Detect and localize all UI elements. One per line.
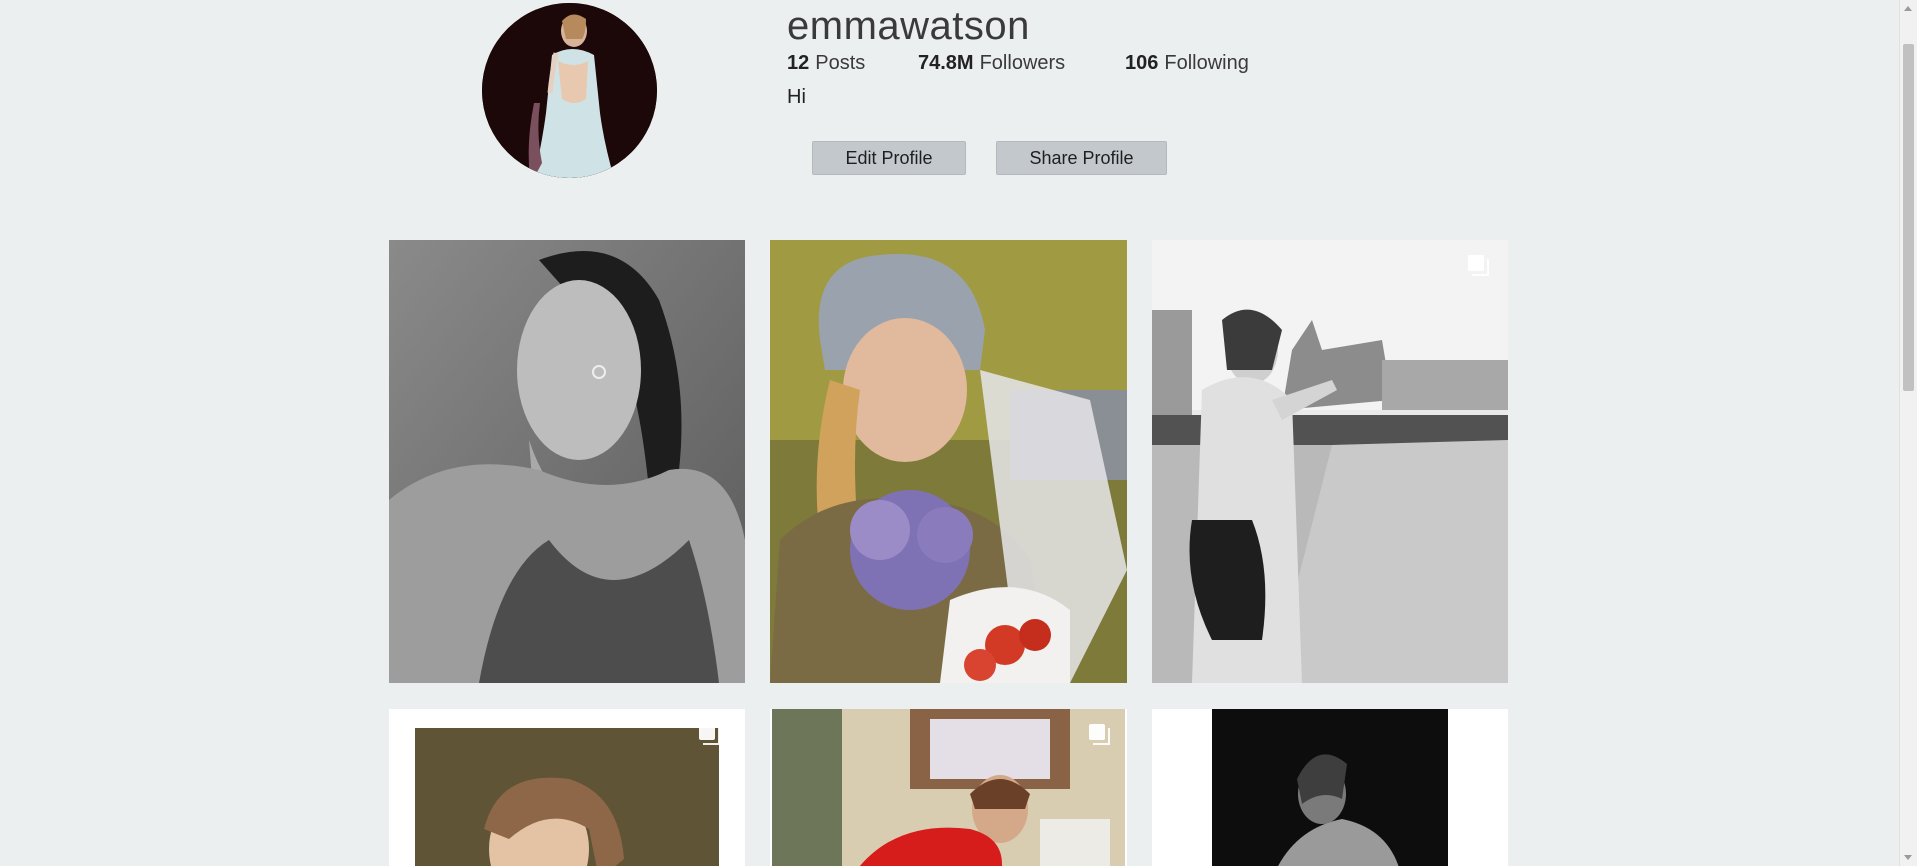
post-thumbnail[interactable] (1152, 709, 1508, 866)
followers-count: 74.8M (918, 52, 974, 74)
stat-posts[interactable]: 12 Posts (787, 50, 918, 76)
posts-count: 12 (787, 52, 810, 74)
scroll-up-icon[interactable] (1904, 6, 1912, 11)
copy-icon (1089, 724, 1110, 745)
post-image (770, 240, 1127, 683)
post-thumbnail[interactable] (389, 240, 745, 683)
following-label: Following (1164, 52, 1249, 74)
posts-label: Posts (815, 52, 866, 74)
post-thumbnail[interactable] (770, 240, 1127, 683)
post-image (770, 709, 1127, 866)
stat-following[interactable]: 106 Following (1125, 50, 1249, 76)
copy-icon (1468, 255, 1489, 276)
share-profile-button[interactable]: Share Profile (996, 141, 1167, 175)
following-count: 106 (1125, 52, 1159, 74)
post-thumbnail[interactable] (389, 709, 745, 866)
scroll-down-icon[interactable] (1904, 855, 1912, 860)
bio: Hi (787, 86, 806, 108)
avatar[interactable] (482, 3, 657, 178)
post-image (389, 240, 745, 683)
post-image (1152, 240, 1508, 683)
followers-label: Followers (979, 52, 1066, 74)
scrollbar[interactable] (1899, 0, 1917, 866)
edit-profile-button[interactable]: Edit Profile (812, 141, 966, 175)
post-thumbnail[interactable] (1152, 240, 1508, 683)
copy-icon (699, 724, 720, 745)
avatar-image (482, 3, 657, 178)
post-thumbnail[interactable] (770, 709, 1127, 866)
post-image (1152, 709, 1508, 866)
username: emmawatson (787, 4, 1030, 48)
stat-followers[interactable]: 74.8M Followers (918, 50, 1125, 76)
profile-stats: 12 Posts 74.8M Followers 106 Following (787, 50, 1249, 76)
profile-page: emmawatson 12 Posts 74.8M Followers 106 … (0, 0, 1917, 866)
scroll-thumb[interactable] (1903, 44, 1914, 391)
post-image (389, 709, 745, 866)
